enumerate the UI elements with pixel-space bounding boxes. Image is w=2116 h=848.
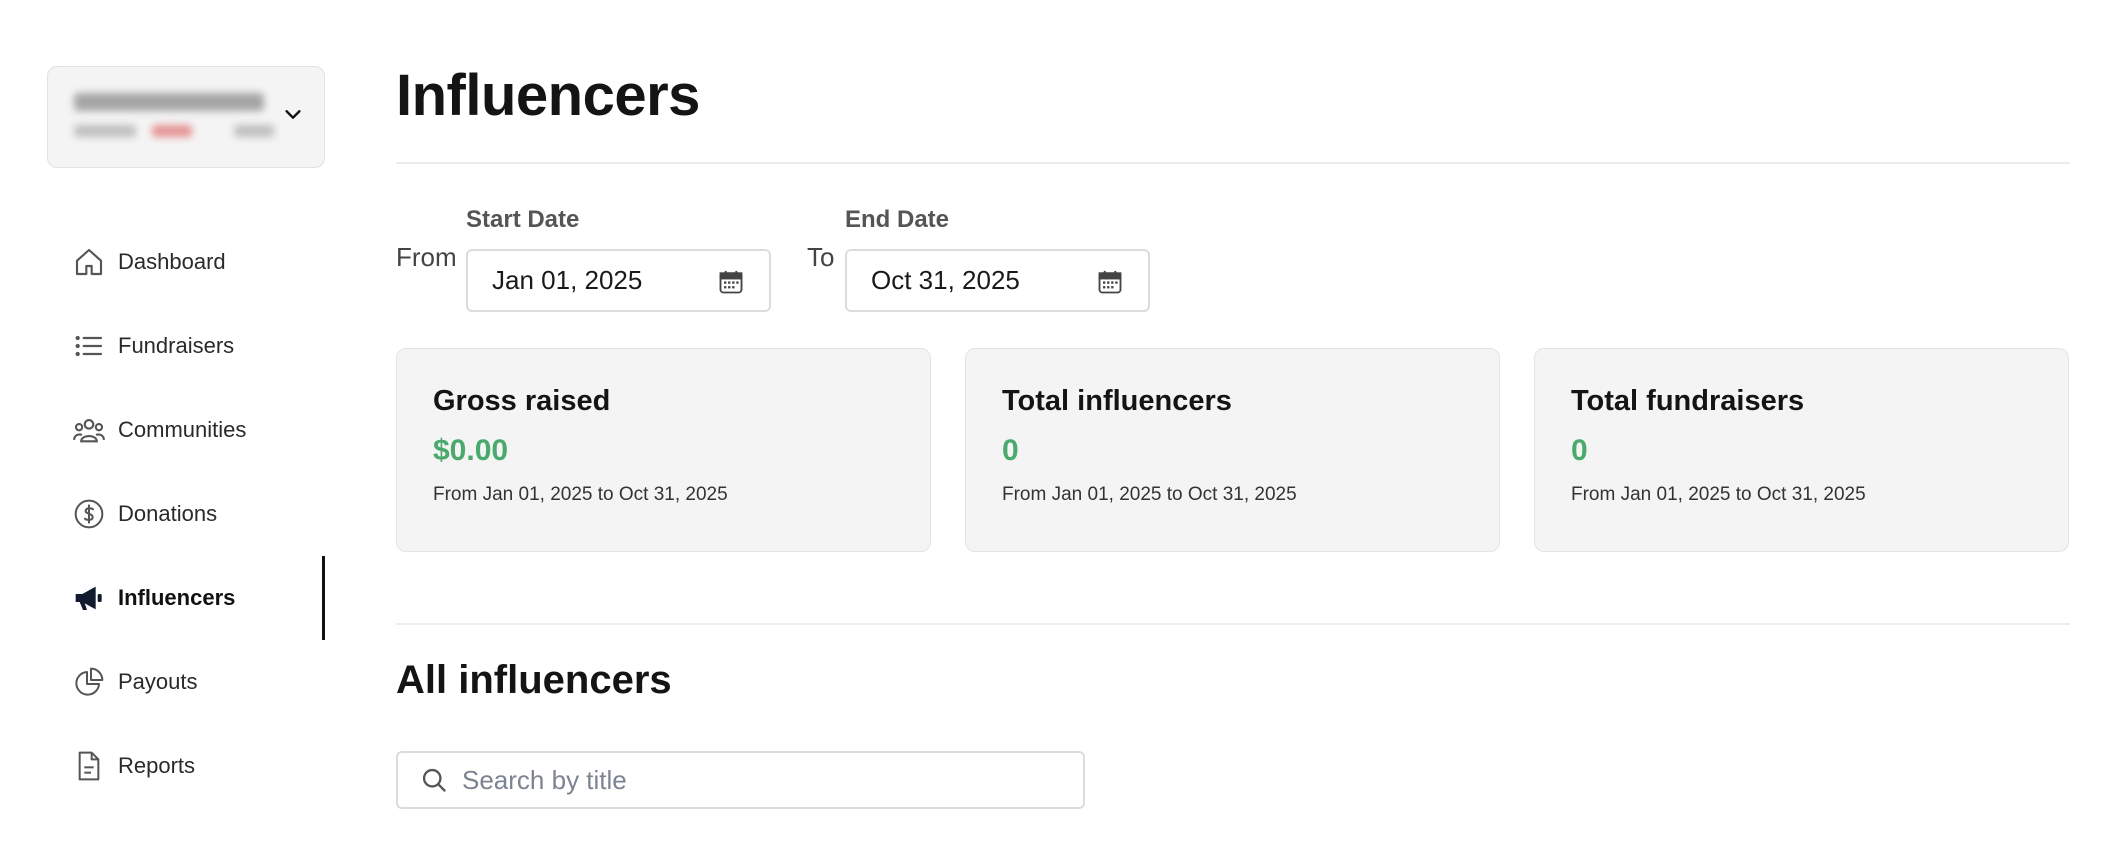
home-icon: [72, 245, 106, 279]
sidebar-item-label: Fundraisers: [118, 333, 235, 358]
stat-card-total-fundraisers: Total fundraisers 0 From Jan 01, 2025 to…: [1534, 348, 2069, 552]
list-icon: [72, 329, 106, 363]
end-date-label: End Date: [845, 206, 950, 233]
stat-value: $0.00: [433, 434, 509, 467]
sidebar-item-influencers[interactable]: Influencers: [0, 556, 325, 640]
org-switcher[interactable]: [47, 66, 325, 168]
sidebar: Dashboard Fundraisers Communities Donati…: [0, 0, 325, 848]
end-date-input[interactable]: Oct 31, 2025: [845, 249, 1150, 312]
sidebar-item-donations[interactable]: Donations: [0, 472, 325, 556]
sidebar-item-communities[interactable]: Communities: [0, 388, 325, 472]
org-meta-redacted: [234, 125, 274, 137]
users-icon: [72, 413, 106, 447]
sidebar-item-dashboard[interactable]: Dashboard: [0, 220, 325, 304]
sidebar-item-label: Payouts: [118, 669, 198, 694]
stat-value: 0: [1002, 434, 1019, 467]
sidebar-item-reports[interactable]: Reports: [0, 724, 325, 808]
stat-card-gross-raised: Gross raised $0.00 From Jan 01, 2025 to …: [396, 348, 931, 552]
sidebar-nav: Dashboard Fundraisers Communities Donati…: [0, 220, 325, 808]
stat-title: Total influencers: [1002, 385, 1232, 417]
to-label: To: [807, 242, 835, 272]
end-date-value: Oct 31, 2025: [871, 265, 1020, 295]
sidebar-item-fundraisers[interactable]: Fundraisers: [0, 304, 325, 388]
sidebar-item-payouts[interactable]: Payouts: [0, 640, 325, 724]
stat-range: From Jan 01, 2025 to Oct 31, 2025: [1002, 484, 1297, 505]
stat-title: Total fundraisers: [1571, 385, 1805, 417]
search-box[interactable]: [396, 751, 1085, 809]
chevron-down-icon[interactable]: [282, 103, 304, 125]
stat-card-total-influencers: Total influencers 0 From Jan 01, 2025 to…: [965, 348, 1500, 552]
org-meta-redacted: [74, 125, 136, 137]
from-label: From: [396, 242, 457, 272]
sidebar-item-label: Dashboard: [118, 249, 226, 274]
search-input[interactable]: [462, 764, 1062, 796]
sidebar-item-label: Reports: [118, 753, 196, 778]
calendar-icon[interactable]: [1096, 268, 1124, 296]
pie-chart-icon: [72, 665, 106, 699]
org-meta-redacted: [152, 125, 192, 137]
start-date-label: Start Date: [466, 206, 580, 233]
dollar-circle-icon: [72, 497, 106, 531]
sidebar-item-label: Influencers: [118, 585, 236, 610]
page-title: Influencers: [396, 63, 700, 128]
stat-range: From Jan 01, 2025 to Oct 31, 2025: [433, 484, 728, 505]
stat-title: Gross raised: [433, 385, 611, 417]
stat-range: From Jan 01, 2025 to Oct 31, 2025: [1571, 484, 1866, 505]
org-name-redacted: [74, 93, 264, 111]
start-date-value: Jan 01, 2025: [492, 265, 643, 295]
section-divider: [396, 623, 2070, 625]
start-date-input[interactable]: Jan 01, 2025: [466, 249, 771, 312]
search-icon: [422, 768, 446, 792]
section-title: All influencers: [396, 658, 672, 702]
calendar-icon[interactable]: [717, 268, 745, 296]
stat-value: 0: [1571, 434, 1588, 467]
sidebar-item-label: Donations: [118, 501, 218, 526]
header-divider: [396, 162, 2070, 164]
megaphone-icon: [72, 581, 106, 615]
sidebar-item-label: Communities: [118, 417, 247, 442]
document-icon: [72, 749, 106, 783]
